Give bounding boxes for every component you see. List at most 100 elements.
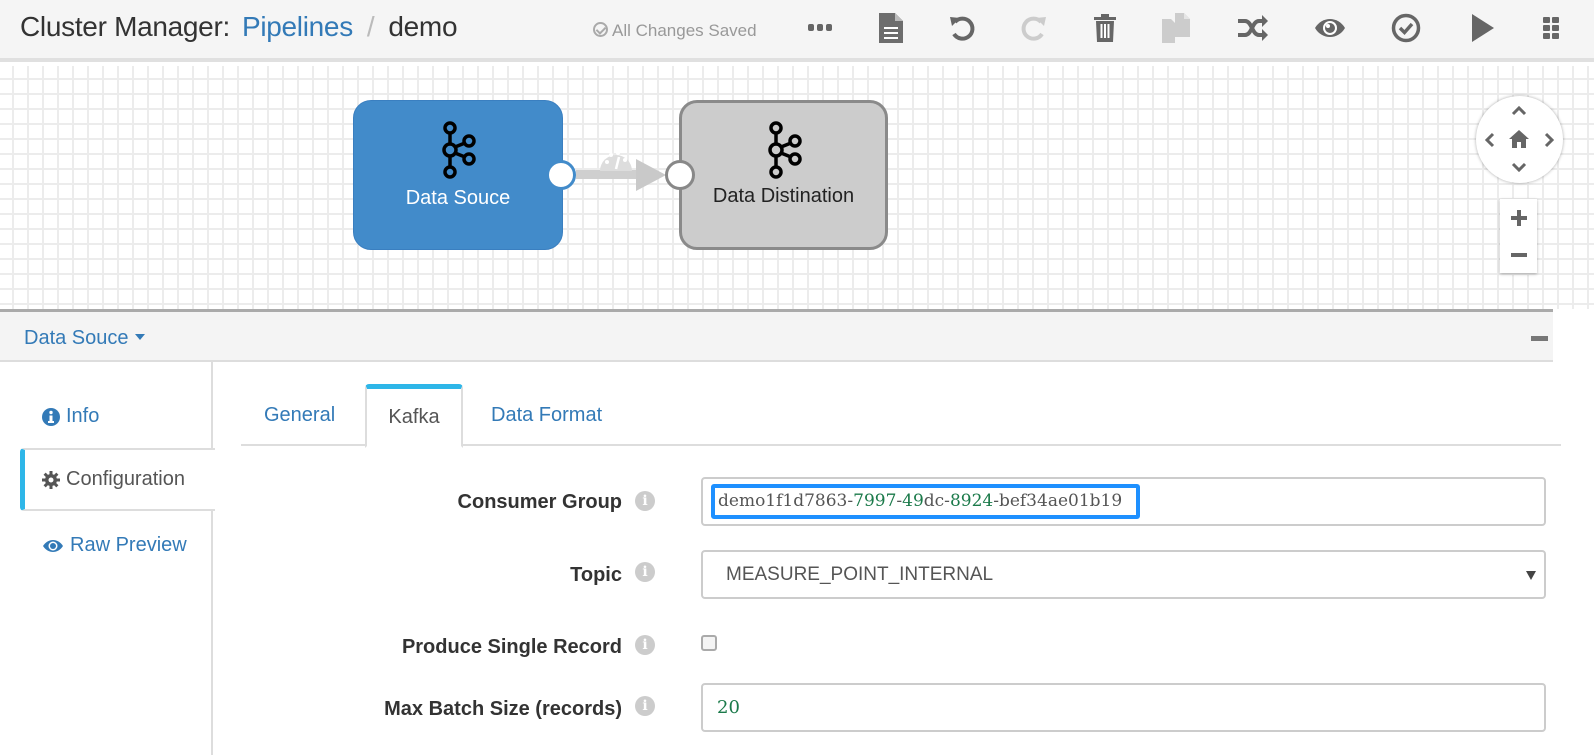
form-row-topic: Topic i MEASURE_POINT_INTERNAL (240, 550, 1550, 600)
chevron-right-icon (1544, 132, 1554, 148)
delete-button[interactable] (1085, 10, 1125, 46)
consumer-group-value-segment: -bef34ae01b19 (993, 491, 1123, 511)
pan-right-button[interactable] (1538, 129, 1560, 151)
topic-label: Topic (570, 564, 622, 586)
max-batch-size-input[interactable]: 20 (701, 683, 1546, 732)
auto-arrange-button[interactable] (1233, 10, 1273, 46)
edge-arrow (636, 159, 666, 191)
pan-left-button[interactable] (1479, 129, 1501, 151)
consumer-group-field: demo1f1d7863-7997-49dc-8924-bef34ae01b19 (701, 477, 1546, 526)
side-nav-label: Configuration (66, 468, 185, 490)
check-circle-icon (1391, 13, 1421, 43)
stage-node-label: Data Souce (405, 187, 511, 209)
undo-button[interactable] (942, 10, 982, 46)
pan-up-button[interactable] (1508, 100, 1530, 122)
save-status-text: All Changes Saved (612, 21, 757, 40)
breadcrumb-separator: / (366, 11, 375, 42)
side-nav-configuration[interactable]: Configuration (20, 448, 215, 511)
consumer-group-label: Consumer Group (457, 491, 622, 513)
consumer-group-value-segment: 7997 (853, 491, 897, 511)
tab-general[interactable]: General (264, 384, 335, 446)
info-icon[interactable]: i (635, 696, 655, 716)
info-icon[interactable]: i (635, 562, 655, 582)
chevron-down-icon (1511, 162, 1527, 172)
duplicate-button[interactable] (1157, 10, 1197, 46)
output-port[interactable] (546, 160, 576, 190)
consumer-group-input[interactable]: demo1f1d7863-7997-49dc-8924-bef34ae01b19 (711, 484, 1140, 519)
kafka-icon (767, 121, 802, 179)
validate-button[interactable] (1386, 10, 1426, 46)
side-nav-raw-preview[interactable]: Raw Preview (20, 514, 213, 577)
plus-icon (1510, 209, 1527, 226)
stage-selector-label: Data Souce (24, 327, 129, 349)
consumer-group-value-segment: demo1f1d7863- (718, 491, 854, 511)
side-nav-label: Raw Preview (70, 534, 187, 556)
topic-select[interactable]: MEASURE_POINT_INTERNAL (701, 550, 1546, 599)
redo-button[interactable] (1014, 10, 1054, 46)
info-icon[interactable]: i (635, 491, 655, 511)
breadcrumb: Cluster Manager: Pipelines / demo (20, 11, 458, 43)
stage-node-data-destination[interactable]: Data Distination (679, 100, 888, 250)
form-row-produce-single-record: Produce Single Record i (240, 632, 1550, 662)
form-row-consumer-group: Consumer Group i demo1f1d7863-7997-49dc-… (240, 477, 1550, 527)
pipeline-canvas[interactable]: Data Souce Data Distination (0, 66, 1594, 309)
caret-down-icon (1526, 571, 1536, 580)
zoom-out-button[interactable] (1500, 236, 1537, 273)
side-nav-label: Info (66, 405, 100, 427)
more-options-button[interactable] (800, 10, 840, 46)
preview-button[interactable] (1310, 10, 1350, 46)
chevron-up-icon (1511, 106, 1527, 116)
produce-single-record-label: Produce Single Record (401, 636, 622, 658)
top-header: Cluster Manager: Pipelines / demo All Chang… (0, 0, 1594, 62)
caret-down-icon (134, 334, 145, 340)
tab-data-format[interactable]: Data Format (491, 384, 602, 446)
minus-icon (1510, 252, 1527, 257)
pan-control (1476, 96, 1563, 183)
consumer-group-value-segment: 8924 (949, 491, 994, 511)
detail-pane-header: Data Souce (0, 309, 1553, 362)
chevron-left-icon (1485, 132, 1495, 148)
gauge-icon[interactable] (599, 148, 633, 172)
stage-library-button[interactable] (1540, 10, 1594, 46)
kafka-icon (442, 121, 476, 179)
ellipsis-icon (808, 24, 832, 31)
input-port[interactable] (665, 160, 695, 190)
breadcrumb-pipelines-link[interactable]: Pipelines (242, 11, 353, 42)
redo-icon (1021, 16, 1046, 41)
max-batch-size-value: 20 (717, 697, 740, 718)
tab-kafka[interactable]: Kafka (365, 384, 463, 448)
form-row-max-batch-size: Max Batch Size (records) i 20 (240, 683, 1550, 733)
consumer-group-value-segment: 49 (902, 491, 924, 511)
info-icon[interactable]: i (635, 635, 655, 655)
produce-single-record-checkbox[interactable] (701, 635, 717, 651)
play-icon (1472, 14, 1494, 42)
undo-icon (950, 16, 975, 41)
pane-edge (1553, 309, 1594, 369)
eye-icon (42, 538, 64, 554)
pipeline-config-button[interactable] (871, 10, 911, 46)
stage-selector-dropdown[interactable]: Data Souce (24, 327, 145, 350)
stage-node-data-source[interactable]: Data Souce (353, 100, 563, 250)
zoom-in-button[interactable] (1500, 199, 1537, 236)
pipeline-name: demo (388, 11, 458, 42)
check-circle-icon (593, 22, 608, 37)
consumer-group-value-segment: dc- (923, 491, 950, 511)
gear-icon (42, 470, 60, 489)
info-circle-icon (42, 407, 60, 426)
app-title: Cluster Manager: (20, 11, 230, 42)
file-text-icon (879, 13, 903, 43)
detail-side-nav: Info Configuration Raw Preview (0, 362, 215, 755)
config-tabs: General Kafka Data Format (241, 384, 1561, 448)
trash-icon (1094, 14, 1116, 42)
copy-icon (1162, 13, 1190, 43)
minimize-pane-button[interactable] (1531, 336, 1548, 341)
zoom-control (1500, 199, 1537, 273)
topic-selected-value: MEASURE_POINT_INTERNAL (726, 564, 994, 585)
save-status: All Changes Saved (593, 21, 757, 41)
pan-down-button[interactable] (1508, 156, 1530, 178)
side-nav-info[interactable]: Info (20, 385, 213, 448)
stage-node-label: Data Distination (712, 185, 855, 207)
shuffle-icon (1238, 15, 1268, 41)
pan-home-button[interactable] (1508, 128, 1530, 150)
start-pipeline-button[interactable] (1463, 10, 1503, 46)
